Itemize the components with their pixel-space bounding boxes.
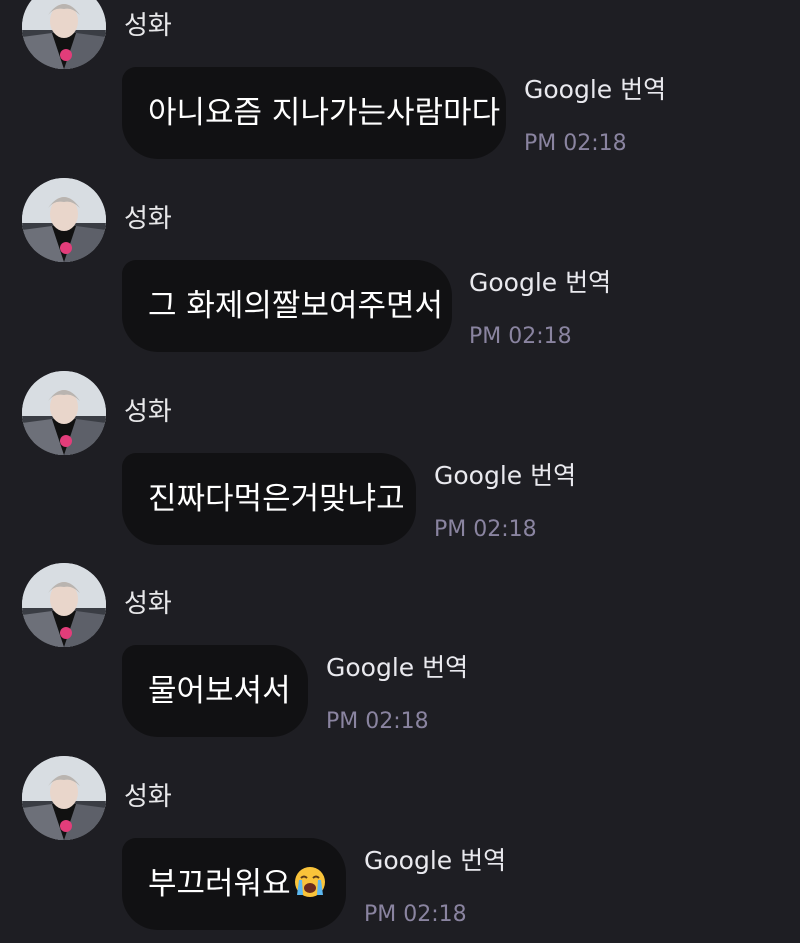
message-text: 물어보셔서	[148, 673, 291, 709]
message-timestamp: PM 02:18	[469, 324, 572, 349]
avatar[interactable]	[22, 178, 106, 262]
google-translate-button[interactable]: Google 번역	[326, 653, 468, 683]
message-timestamp: PM 02:18	[364, 902, 467, 927]
chat-message: 성화 그 화제의짤보여주면서 Google 번역 PM 02:18	[0, 178, 800, 364]
message-bubble[interactable]: 아니요즘 지나가는사람마다	[122, 67, 506, 159]
message-timestamp: PM 02:18	[524, 131, 627, 156]
avatar[interactable]	[22, 0, 106, 69]
message-bubble[interactable]: 부끄러워요	[122, 838, 346, 930]
google-translate-button[interactable]: Google 번역	[434, 461, 576, 491]
google-translate-button[interactable]: Google 번역	[364, 846, 506, 876]
message-text: 아니요즘 지나가는사람마다	[148, 95, 501, 131]
message-timestamp: PM 02:18	[434, 517, 537, 542]
avatar[interactable]	[22, 756, 106, 840]
chat-message: 성화 아니요즘 지나가는사람마다 Google 번역 PM 02:18	[0, 0, 800, 171]
chat-message: 성화 진짜다먹은거맞냐고 Google 번역 PM 02:18	[0, 371, 800, 557]
sender-name: 성화	[124, 589, 172, 619]
google-translate-button[interactable]: Google 번역	[524, 75, 666, 105]
avatar[interactable]	[22, 563, 106, 647]
chat-message: 성화 물어보셔서 Google 번역 PM 02:18	[0, 563, 800, 749]
chat-message: 성화 부끄러워요 Google 번역 PM 02:18	[0, 756, 800, 942]
sender-name: 성화	[124, 11, 172, 41]
avatar[interactable]	[22, 371, 106, 455]
message-timestamp: PM 02:18	[326, 709, 429, 734]
message-bubble[interactable]: 진짜다먹은거맞냐고	[122, 453, 416, 545]
sender-name: 성화	[124, 397, 172, 427]
sender-name: 성화	[124, 782, 172, 812]
message-text: 부끄러워요	[148, 866, 291, 902]
message-text: 진짜다먹은거맞냐고	[148, 481, 405, 517]
loudly-crying-face-icon	[294, 867, 325, 897]
chat-message-list: 성화 아니요즘 지나가는사람마다 Google 번역 PM 02:18 성화 그…	[0, 0, 800, 943]
message-bubble[interactable]: 물어보셔서	[122, 645, 308, 737]
sender-name: 성화	[124, 204, 172, 234]
google-translate-button[interactable]: Google 번역	[469, 268, 611, 298]
message-text: 그 화제의짤보여주면서	[148, 288, 444, 324]
message-bubble[interactable]: 그 화제의짤보여주면서	[122, 260, 452, 352]
